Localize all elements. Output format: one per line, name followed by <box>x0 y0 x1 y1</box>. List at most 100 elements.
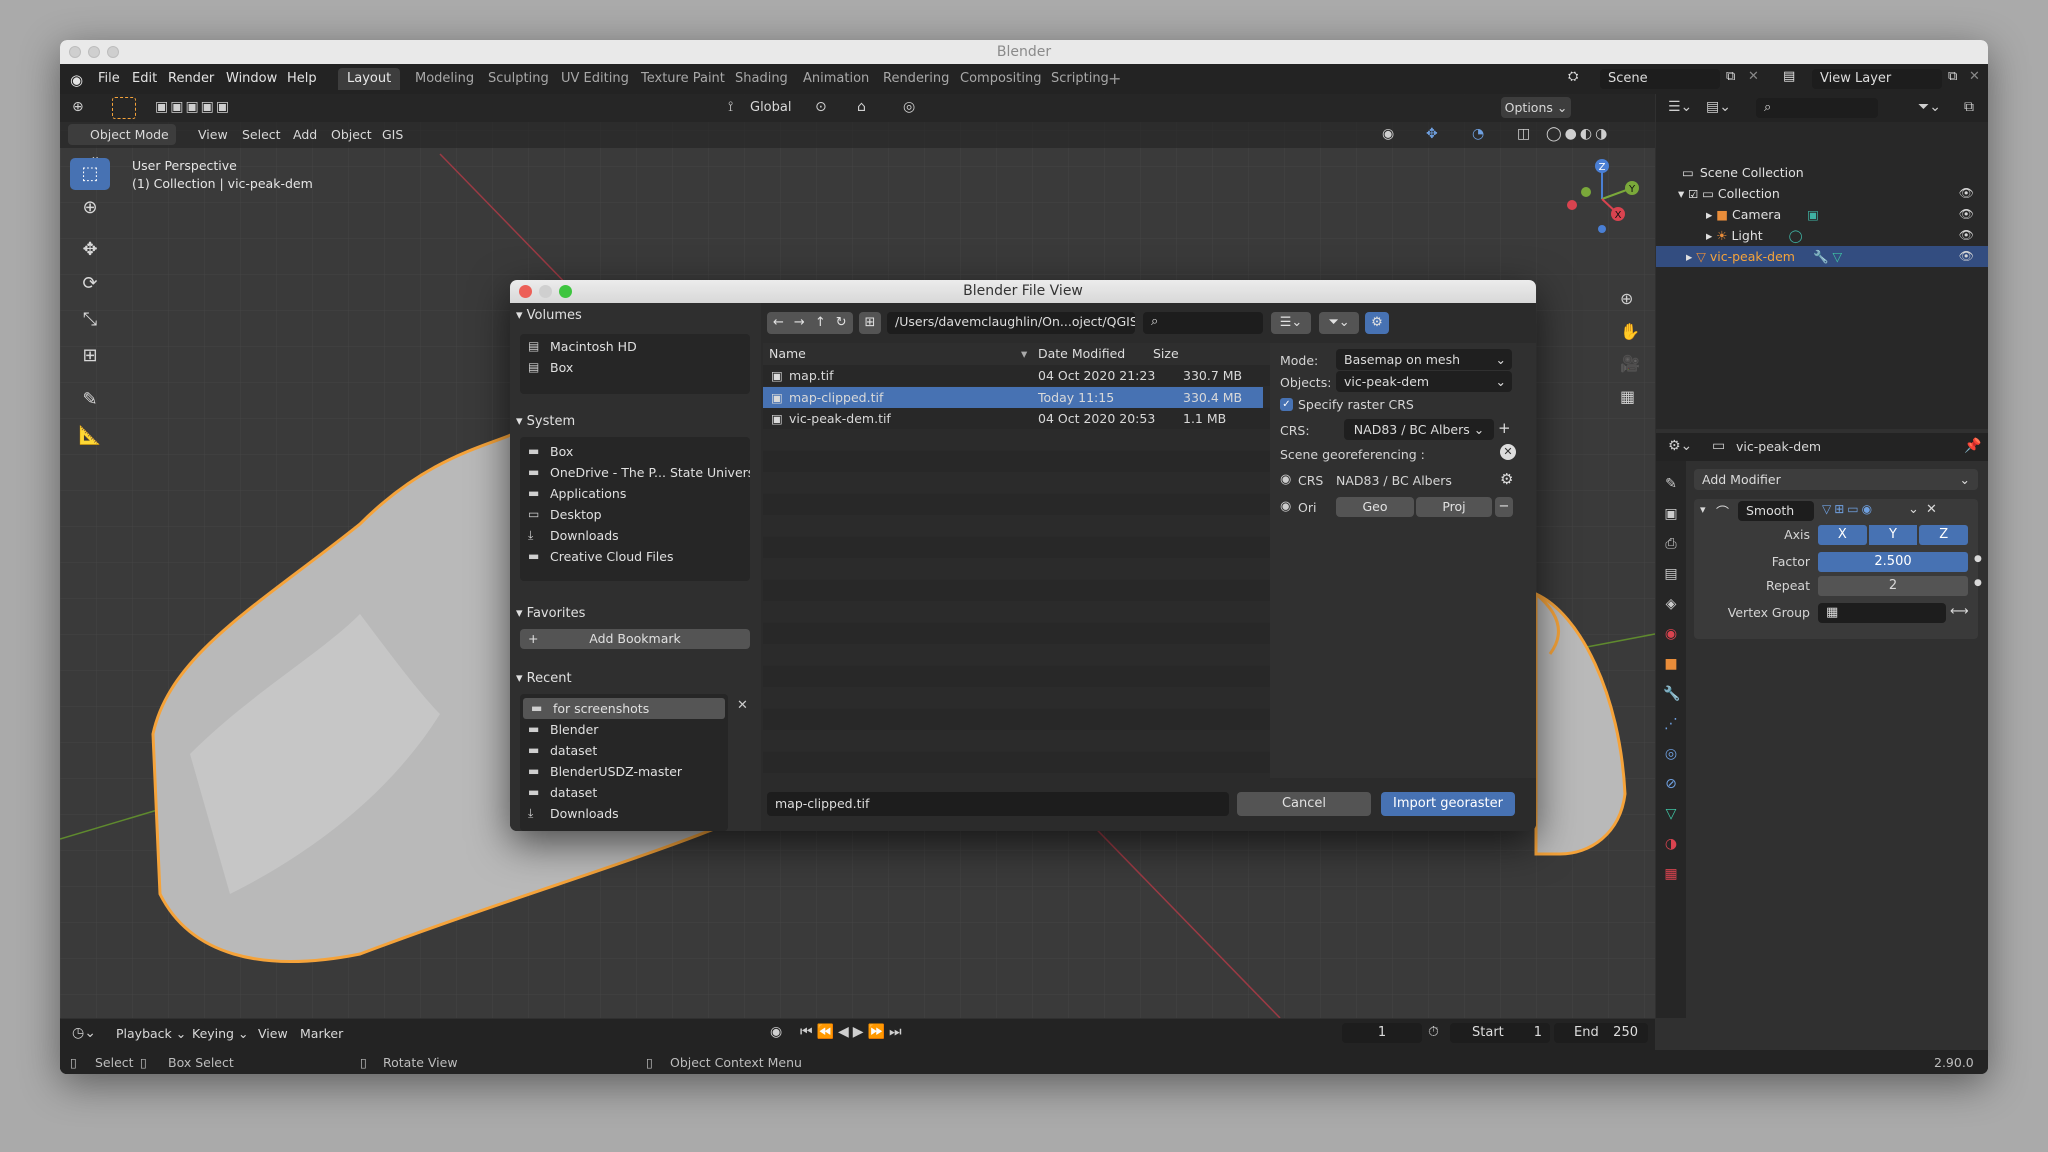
menu-playback[interactable]: Playback ⌄ <box>116 1026 186 1041</box>
menu-file[interactable]: File <box>98 71 120 86</box>
tab-uv-editing[interactable]: UV Editing <box>552 68 638 90</box>
clear-georef-icon[interactable]: ✕ <box>1500 444 1516 460</box>
proportional-edit-icon[interactable]: ◎ <box>903 99 915 115</box>
tab-rendering[interactable]: Rendering <box>874 68 958 90</box>
add-modifier-dropdown[interactable]: Add Modifier ⌄ <box>1694 469 1978 490</box>
column-size[interactable]: Size <box>1153 343 1179 364</box>
current-frame-field[interactable]: 1 <box>1342 1023 1422 1043</box>
tab-compositing[interactable]: Compositing <box>951 68 1051 90</box>
column-name[interactable]: Name <box>769 343 806 364</box>
system-item[interactable]: ▬ Box <box>520 441 750 462</box>
start-frame-field[interactable]: Start 1 <box>1450 1023 1550 1043</box>
timeline-editor-icon[interactable]: ◷⌄ <box>72 1025 96 1041</box>
favorites-header[interactable]: ▾ Favorites <box>516 603 756 625</box>
measure-tool-icon[interactable]: 📐 <box>70 420 110 452</box>
tab-sculpting[interactable]: Sculpting <box>479 68 558 90</box>
new-view-layer-icon[interactable]: ⧉ <box>1948 69 1957 84</box>
recent-item[interactable]: ▬ dataset <box>520 782 728 803</box>
system-item[interactable]: ⤓ Downloads <box>520 525 750 546</box>
close-window-button[interactable] <box>69 46 81 58</box>
crs-settings-gear-icon[interactable]: ⚙ <box>1500 470 1513 488</box>
system-header[interactable]: ▾ System <box>516 411 756 433</box>
remove-modifier-icon[interactable]: ✕ <box>1926 502 1937 517</box>
outliner-row-collection[interactable]: ▾ ☑ ▭ Collection 👁 <box>1656 183 1988 204</box>
geo-button[interactable]: Geo <box>1336 497 1414 517</box>
menu-add[interactable]: Add <box>293 127 317 142</box>
select-tool-icon[interactable] <box>112 97 136 119</box>
zoom-window-button[interactable] <box>107 46 119 58</box>
file-row[interactable]: ▣ vic-peak-dem.tif 04 Oct 2020 20:53 1.1… <box>763 408 1263 430</box>
crs-dropdown[interactable]: NAD83 / BC Albers ⌄ <box>1344 419 1494 440</box>
file-row-selected[interactable]: ▣ map-clipped.tif Today 11:15 330.4 MB <box>763 386 1263 408</box>
tab-modeling[interactable]: Modeling <box>406 68 483 90</box>
column-date[interactable]: Date Modified <box>1038 343 1125 364</box>
settings-gear-icon[interactable]: ⚙ <box>1365 312 1389 334</box>
modifier-toggle-icons[interactable]: ▽⊞▭◉ <box>1822 502 1875 516</box>
volume-item[interactable]: ▤ Macintosh HD <box>520 336 750 357</box>
options-dropdown[interactable]: Options ⌄ <box>1501 97 1571 118</box>
factor-field[interactable]: 2.500 <box>1818 552 1968 572</box>
display-mode-icon[interactable]: ☰⌄ <box>1271 312 1311 334</box>
system-item[interactable]: ▬ Creative Cloud Files <box>520 546 750 567</box>
menu-help[interactable]: Help <box>287 71 317 86</box>
tab-layout[interactable]: Layout <box>338 68 401 90</box>
tab-texture-paint[interactable]: Texture Paint <box>632 68 734 90</box>
pan-hand-icon[interactable]: ✋ <box>1620 322 1640 341</box>
overlay-toggle-icon[interactable]: ◔ <box>1472 126 1484 142</box>
sort-icon[interactable]: ▾ <box>1021 343 1027 364</box>
cursor-tool-icon[interactable]: ⊕ <box>70 192 110 224</box>
vertex-group-field[interactable]: ▦ <box>1818 603 1946 623</box>
system-item[interactable]: ▬ Applications <box>520 483 750 504</box>
ortho-grid-icon[interactable]: ▦ <box>1620 387 1635 406</box>
recent-item[interactable]: ▬ for screenshots <box>523 698 725 719</box>
blender-logo-icon[interactable]: ◉ <box>70 71 83 89</box>
outliner-search[interactable]: ⌕ <box>1756 98 1878 118</box>
recent-item[interactable]: ⤓ Downloads <box>520 803 728 824</box>
scene-selector[interactable]: Scene <box>1600 69 1720 89</box>
camera-view-icon[interactable]: 🎥 <box>1620 354 1640 373</box>
file-row[interactable]: ▣ map.tif 04 Oct 2020 21:23 330.7 MB <box>763 365 1263 387</box>
scene-collection-row[interactable]: ▭ Scene Collection <box>1656 162 1988 183</box>
volumes-header[interactable]: ▾ Volumes <box>516 305 756 327</box>
shading-mode-icons[interactable]: ◯●◐◑ <box>1546 126 1610 142</box>
filter-icon[interactable]: ⏷⌄ <box>1319 312 1359 334</box>
preview-range-icon[interactable]: ⏱ <box>1428 1024 1439 1040</box>
objects-dropdown[interactable]: vic-peak-dem ⌄ <box>1336 371 1512 392</box>
outliner-editor-icon[interactable]: ☰⌄ <box>1668 99 1692 115</box>
menu-render[interactable]: Render <box>168 71 214 86</box>
add-crs-icon[interactable]: + <box>1498 419 1511 437</box>
menu-object[interactable]: Object <box>331 127 372 142</box>
tab-scripting[interactable]: Scripting <box>1042 68 1118 90</box>
zoom-icon[interactable]: ⊕ <box>1620 289 1633 308</box>
add-bookmark-button[interactable]: + Add Bookmark <box>520 629 750 649</box>
path-field[interactable]: /Users/davemclaughlin/On...oject/QGIS/fo… <box>887 312 1135 334</box>
clear-recent-icon[interactable]: ✕ <box>737 698 748 713</box>
new-scene-icon[interactable]: ⧉ <box>1726 69 1735 84</box>
volume-item[interactable]: ▤ Box <box>520 357 750 378</box>
transform-orientation-icon[interactable]: ⟟ <box>728 99 733 115</box>
axis-z-toggle[interactable]: Z <box>1919 525 1969 545</box>
dialog-minimize-button[interactable] <box>539 285 552 298</box>
pin-icon[interactable]: 📌 <box>1964 438 1981 454</box>
move-tool-icon[interactable]: ✥ <box>70 234 110 266</box>
modifier-dropdown-icon[interactable]: ⌄ <box>1908 502 1919 517</box>
filter-icon[interactable]: ⏷⌄ <box>1918 99 1941 115</box>
menu-keying[interactable]: Keying ⌄ <box>192 1026 248 1041</box>
outliner-row-camera[interactable]: ▸ ■ Camera ▣ 👁 <box>1656 204 1988 225</box>
dialog-zoom-button[interactable] <box>559 285 572 298</box>
pivot-icon[interactable]: ⊙ <box>815 99 827 115</box>
menu-select[interactable]: Select <box>242 127 281 142</box>
filename-field[interactable]: map-clipped.tif <box>767 792 1229 816</box>
system-item[interactable]: ▬ OneDrive - The P... State University <box>520 462 750 483</box>
invert-vertex-group-icon[interactable]: ⟷ <box>1950 604 1969 619</box>
snap-icon[interactable]: ⌂ <box>857 99 866 115</box>
mode-selector[interactable]: Object Mode ⌄ <box>68 124 176 163</box>
minimize-window-button[interactable] <box>88 46 100 58</box>
properties-editor-icon[interactable]: ⚙⌄ <box>1668 438 1692 454</box>
outliner-row-light[interactable]: ▸ ☀ Light ◯ 👁 <box>1656 225 1988 246</box>
editor-type-icon[interactable]: ⊕ <box>72 99 84 115</box>
crs-radio-icon[interactable]: ◉ <box>1280 472 1291 487</box>
axis-x-toggle[interactable]: X <box>1818 525 1867 545</box>
selection-mode-icons[interactable]: ▣▣▣▣▣ <box>155 99 231 115</box>
axis-y-toggle[interactable]: Y <box>1868 525 1918 545</box>
